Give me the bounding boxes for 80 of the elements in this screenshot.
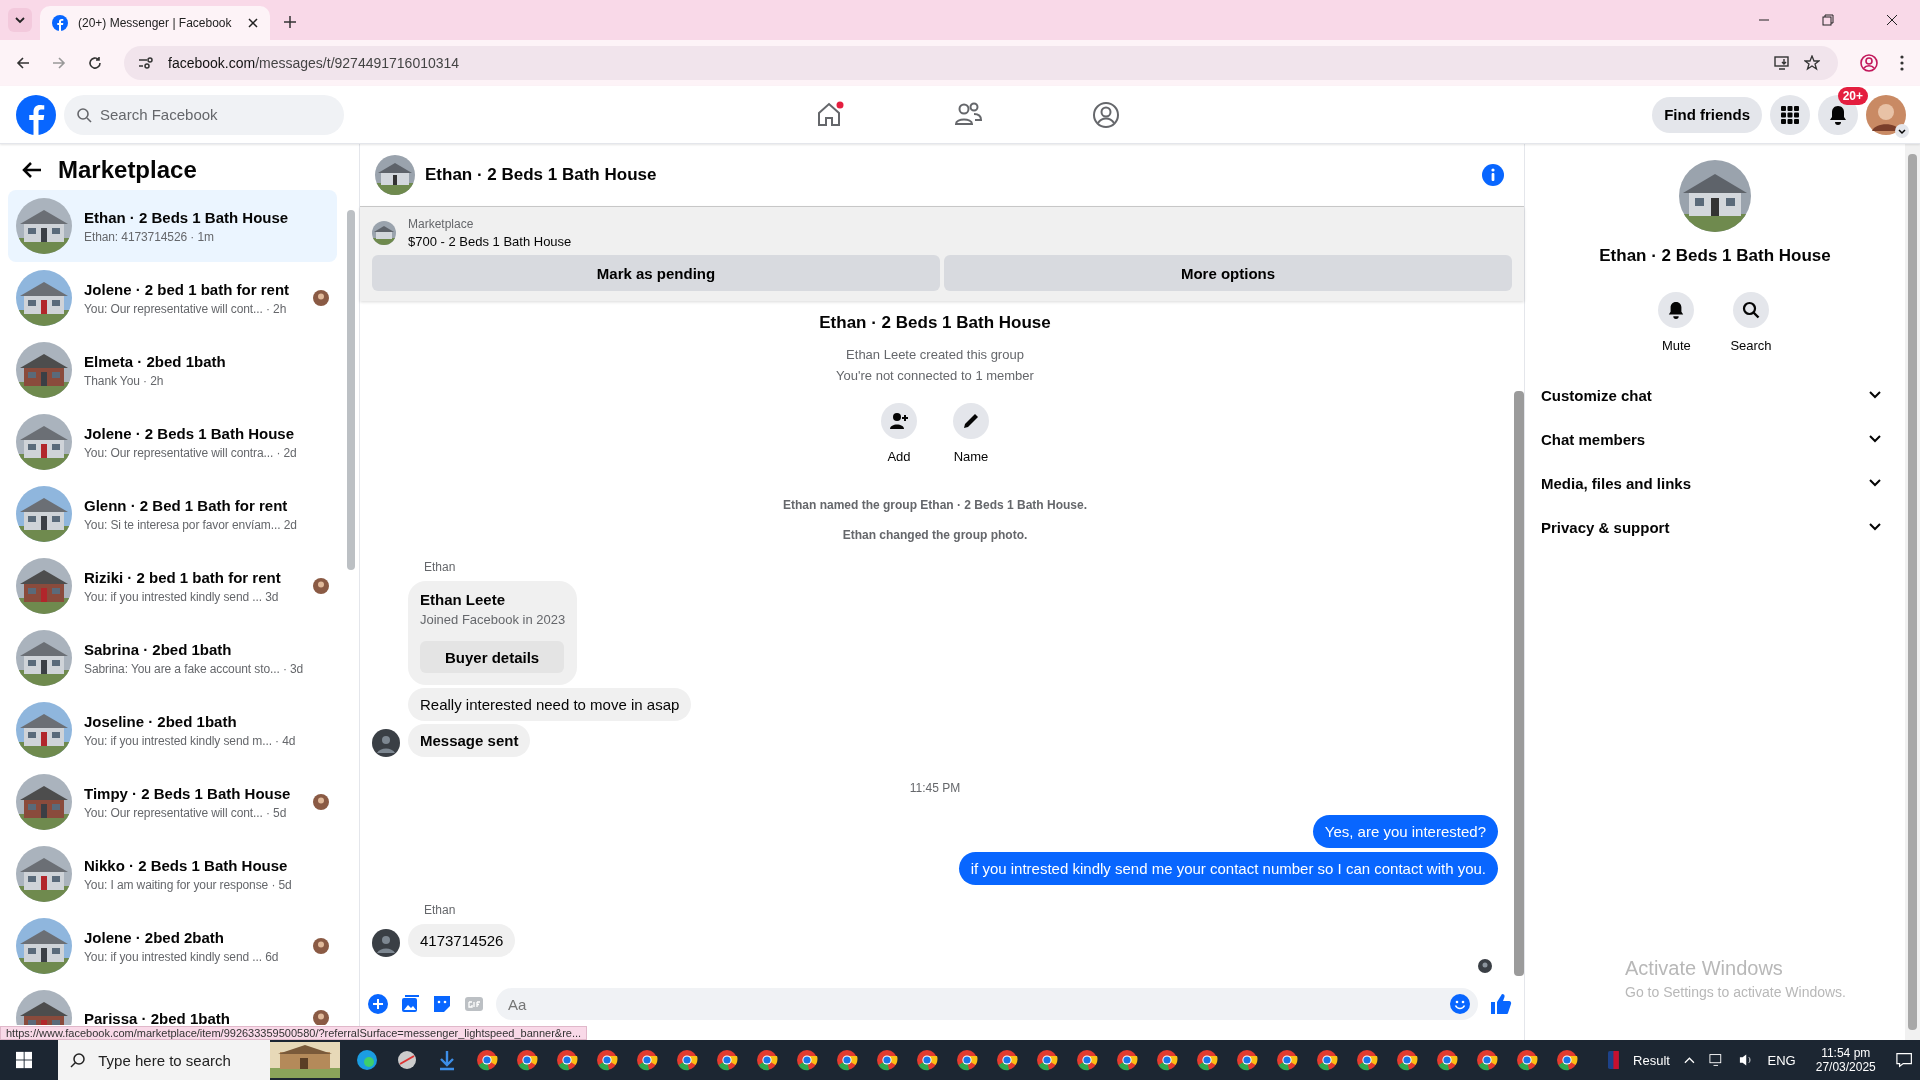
message-preview: You: Our representative will contra... · 2d (84, 445, 298, 460)
conversation-title: Jolene · 2 bed 1 bath for rent (84, 280, 291, 298)
outgoing-message: Yes, are you interested? (1312, 815, 1498, 848)
system-message: Ethan named the group Ethan · 2 Beds 1 Bath House. (782, 498, 1087, 512)
conversation-item[interactable]: Jolene · 2 Beds 1 Bath House You: Our representative will contra... · 2d (8, 406, 337, 478)
browser-tab[interactable]: (20+) Messenger | Facebook (40, 6, 270, 40)
sender-name: Ethan (424, 560, 457, 574)
message-preview: You: if you intrested kindly send ... 3d (84, 589, 280, 604)
incoming-message: Message sent (408, 724, 531, 757)
system-message: Ethan changed the group photo. (842, 528, 1028, 542)
message-preview: You: Our representative will cont... · 2h (84, 301, 288, 316)
taskbar-search-field[interactable]: Type here to search (58, 1040, 271, 1080)
message-preview: You: if you intrested kindly send m... · 4d (84, 733, 297, 748)
section-header[interactable]: Customize chat (1533, 373, 1897, 417)
group-info-text: Ethan Leete created this group (846, 347, 1024, 362)
address-bar[interactable]: facebook.com/messages/t/9274491716010314 (124, 46, 1838, 80)
timestamp: 11:45 PM (909, 781, 961, 795)
listing-title[interactable]: $700 - 2 Beds 1 Bath House (408, 234, 572, 249)
activation-text: Go to Settings to activate Windows. (1625, 984, 1847, 1000)
clock[interactable]: 11:54 pm 27/03/2025 (1809, 1046, 1882, 1074)
conversation-item[interactable]: Riziki · 2 bed 1 bath for rent You: if you intrested kindly send ... 3d (8, 550, 337, 622)
conversation-title: Riziki · 2 bed 1 bath for rent (84, 568, 282, 586)
conversation-item[interactable]: Ethan · 2 Beds 1 Bath House Ethan: 4173714526 · 1m (8, 190, 337, 262)
conversation-title: Nikko · 2 Beds 1 Bath House (84, 856, 289, 874)
section-header[interactable]: Media, files and links (1533, 461, 1897, 505)
buyer-details-button[interactable]: Buyer details (420, 641, 565, 673)
conversation-item[interactable]: Sabrina · 2bed 1bath Sabrina: You are a fake account sto... · 3d (8, 622, 337, 694)
conversation-title: Glenn · 2 Bed 1 Bath for rent (84, 496, 289, 514)
conversation-title: Sabrina · 2bed 1bath (84, 640, 233, 658)
url-text: facebook.com/messages/t/9274491716010314 (168, 55, 460, 71)
language-indicator[interactable]: ENG (1767, 1052, 1796, 1068)
message-preview: You: Si te interesa por favor envíam... 2d (84, 517, 298, 532)
listing-label: Marketplace (408, 217, 475, 231)
page-title: Marketplace (58, 156, 197, 184)
section-header[interactable]: Chat members (1533, 417, 1897, 461)
message-preview: You: Our representative will cont... · 5d (84, 805, 288, 820)
activation-title: Activate Windows (1625, 957, 1784, 980)
notification-badge: 20+ (1837, 86, 1868, 105)
message-preview: Sabrina: You are a fake account sto... · 3d (84, 661, 305, 676)
action-label: Search (1730, 338, 1772, 353)
find-friends-button[interactable]: Find friends (1652, 96, 1762, 133)
listing-action-button[interactable]: More options (944, 255, 1512, 291)
buyer-name: Ethan Leete (420, 591, 506, 608)
action-label: Name (953, 449, 989, 464)
search-field[interactable]: Search Facebook (64, 94, 344, 135)
conversation-item[interactable]: Nikko · 2 Beds 1 Bath House You: I am waiting for your response · 5d (8, 838, 337, 910)
action-label: Mute (1661, 338, 1691, 353)
action-label: Add (887, 449, 911, 464)
sender-name: Ethan (424, 903, 457, 917)
conversation-title: Timpy · 2 Beds 1 Bath House (84, 784, 292, 802)
widget-label[interactable]: Result (1633, 1052, 1670, 1068)
incoming-message: 4173714526 (408, 924, 516, 957)
conversation-title: Elmeta · 2bed 1bath (84, 352, 227, 370)
tab-title: (20+) Messenger | Facebook (78, 16, 233, 30)
outgoing-message: if you intrested kindly send me your contact number so I can contact with you. (958, 852, 1498, 885)
group-title: Ethan · 2 Beds 1 Bath House (819, 313, 1051, 333)
conversation-title: Jolene · 2 Beds 1 Bath House (84, 424, 296, 442)
buyer-joined-text: Joined Facebook in 2023 (420, 612, 566, 627)
conversation-item[interactable]: Joseline · 2bed 1bath You: if you intrested kindly send m... · 4d (8, 694, 337, 766)
message-preview: You: I am waiting for your response · 5d (84, 877, 293, 892)
listing-action-button[interactable]: Mark as pending (372, 255, 940, 291)
conversation-title: Joseline · 2bed 1bath (84, 712, 238, 730)
conversation-title: Jolene · 2bed 2bath (84, 928, 226, 946)
link-url-tooltip: https://www.facebook.com/marketplace/item/992633359500580/?referralSurface=messenger_lightspeed_banner&re... (0, 1026, 588, 1040)
group-info-text: You're not connected to 1 member (836, 368, 1034, 383)
conversation-item[interactable]: Timpy · 2 Beds 1 Bath House You: Our representative will cont... · 5d (8, 766, 337, 838)
conversation-item[interactable]: Jolene · 2bed 2bath You: if you intrested kindly send ... 6d (8, 910, 337, 982)
incoming-message: Really interested need to move in asap (408, 688, 692, 721)
conversation-item[interactable]: Jolene · 2 bed 1 bath for rent You: Our representative will cont... · 2h (8, 262, 337, 334)
chat-name: Ethan · 2 Beds 1 Bath House (1599, 246, 1831, 266)
conversation-item[interactable]: Glenn · 2 Bed 1 Bath for rent You: Si te interesa por favor envíam... 2d (8, 478, 337, 550)
conversation-item[interactable]: Elmeta · 2bed 1bath Thank You · 2h (8, 334, 337, 406)
message-field[interactable]: Aa (496, 988, 1478, 1020)
message-preview: Thank You · 2h (84, 373, 165, 388)
section-header[interactable]: Privacy & support (1533, 505, 1897, 549)
conversation-title: Ethan · 2 Beds 1 Bath House (84, 208, 290, 226)
message-preview: You: if you intrested kindly send ... 6d (84, 949, 280, 964)
conversation-title: Parissa · 2bed 1bath (84, 1009, 231, 1025)
message-preview: Ethan: 4173714526 · 1m (84, 229, 215, 244)
chat-title: Ethan · 2 Beds 1 Bath House (425, 165, 657, 185)
